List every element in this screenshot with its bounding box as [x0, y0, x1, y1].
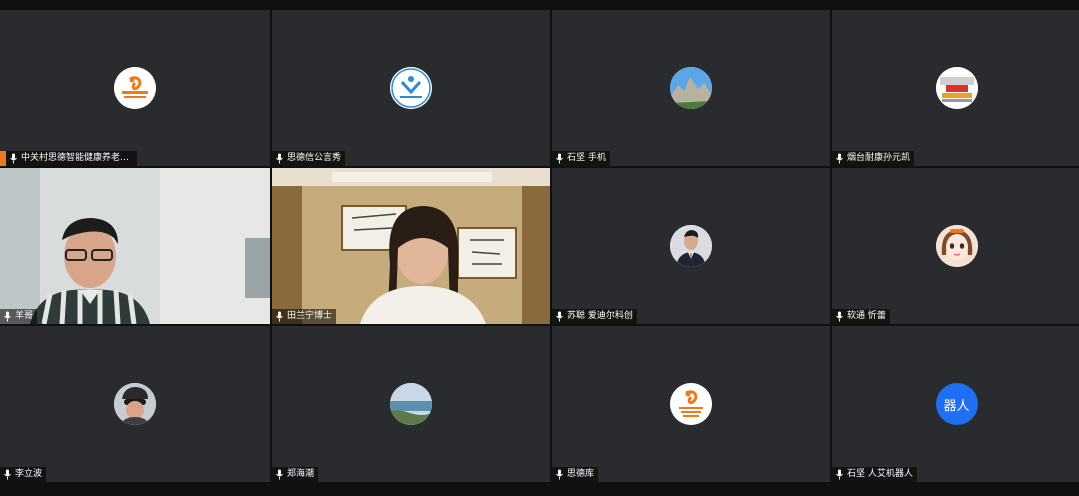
- association-logo-icon: [390, 67, 432, 109]
- participant-name-bar: 思德库: [552, 467, 599, 482]
- participant-name: 思德信公言秀: [287, 153, 342, 163]
- cyclist-helmet-icon: [114, 383, 156, 425]
- participant-tile[interactable]: 软通 忻蕾: [832, 168, 1079, 324]
- microphone-icon: [276, 469, 283, 480]
- participant-name: 思德库: [567, 469, 595, 479]
- participant-video: [272, 168, 550, 324]
- participant-name: 田兰宁博士: [287, 311, 333, 321]
- participant-name-bar: 李立波: [0, 467, 47, 482]
- microphone-icon: [276, 311, 283, 322]
- participant-name-bar: 烟台耐康孙元凯: [832, 151, 915, 166]
- participant-name: 烟台耐康孙元凯: [847, 153, 911, 163]
- microphone-icon: [836, 311, 843, 322]
- microphone-icon: [556, 469, 563, 480]
- participant-name-bar: 苏聪 爱迪尔科创: [552, 309, 637, 324]
- participant-name: 郑海潮: [287, 469, 315, 479]
- participant-name: 李立波: [15, 469, 43, 479]
- participant-video-tile[interactable]: 羊哥: [0, 168, 270, 324]
- rock-landscape-icon: [670, 67, 712, 109]
- host-flag-icon: [0, 151, 6, 166]
- participant-video-tile[interactable]: 田兰宁博士: [272, 168, 550, 324]
- participant-tile[interactable]: 器人 石坚 人艾机器人: [832, 326, 1079, 482]
- microphone-icon: [4, 469, 11, 480]
- microphone-icon: [4, 311, 11, 322]
- participant-tile[interactable]: 中关村思德智能健康养老产...: [0, 10, 270, 166]
- cartoon-girl-icon: [935, 225, 978, 267]
- participant-name: 石坚 人艾机器人: [847, 469, 913, 479]
- participant-name-bar: 中关村思德智能健康养老产...: [0, 151, 137, 166]
- participant-name-bar: 石坚 手机: [552, 151, 610, 166]
- microphone-icon: [556, 153, 563, 164]
- microphone-icon: [556, 311, 563, 322]
- participant-tile[interactable]: 李立波: [0, 326, 270, 482]
- text-avatar: 器人: [935, 383, 978, 425]
- microphone-icon: [836, 153, 843, 164]
- participant-grid: 中关村思德智能健康养老产... 思德信公言秀 石坚 手机 烟台耐康孙元凯 羊哥 …: [0, 10, 1079, 482]
- participant-tile[interactable]: 郑海潮: [272, 326, 550, 482]
- participant-name: 苏聪 爱迪尔科创: [567, 311, 633, 321]
- sidel-logo-icon: [114, 67, 156, 109]
- participant-name: 软通 忻蕾: [847, 311, 886, 321]
- microphone-icon: [10, 153, 17, 164]
- participant-tile[interactable]: 烟台耐康孙元凯: [832, 10, 1079, 166]
- participant-tile[interactable]: 思德库: [552, 326, 830, 482]
- microphone-icon: [836, 469, 843, 480]
- sea-landscape-icon: [390, 383, 432, 425]
- man-suit-icon: [670, 225, 712, 267]
- sidel-logo-icon: [670, 383, 712, 425]
- participant-tile[interactable]: 思德信公言秀: [272, 10, 550, 166]
- participant-name-bar: 软通 忻蕾: [832, 309, 890, 324]
- participant-name-bar: 郑海潮: [272, 467, 319, 482]
- participant-name-bar: 思德信公言秀: [272, 151, 346, 166]
- participant-name-bar: 石坚 人艾机器人: [832, 467, 917, 482]
- participant-name-bar: 羊哥: [0, 309, 38, 324]
- participant-name: 石坚 手机: [567, 153, 606, 163]
- participant-video: [0, 168, 270, 324]
- meeting-gallery-view: 中关村思德智能健康养老产... 思德信公言秀 石坚 手机 烟台耐康孙元凯 羊哥 …: [0, 0, 1079, 496]
- microphone-icon: [276, 153, 283, 164]
- participant-tile[interactable]: 苏聪 爱迪尔科创: [552, 168, 830, 324]
- participant-tile[interactable]: 石坚 手机: [552, 10, 830, 166]
- participant-name: 中关村思德智能健康养老产...: [21, 153, 133, 163]
- banner-photo-icon: [935, 67, 978, 109]
- participant-name-bar: 田兰宁博士: [272, 309, 337, 324]
- participant-name: 羊哥: [15, 311, 34, 321]
